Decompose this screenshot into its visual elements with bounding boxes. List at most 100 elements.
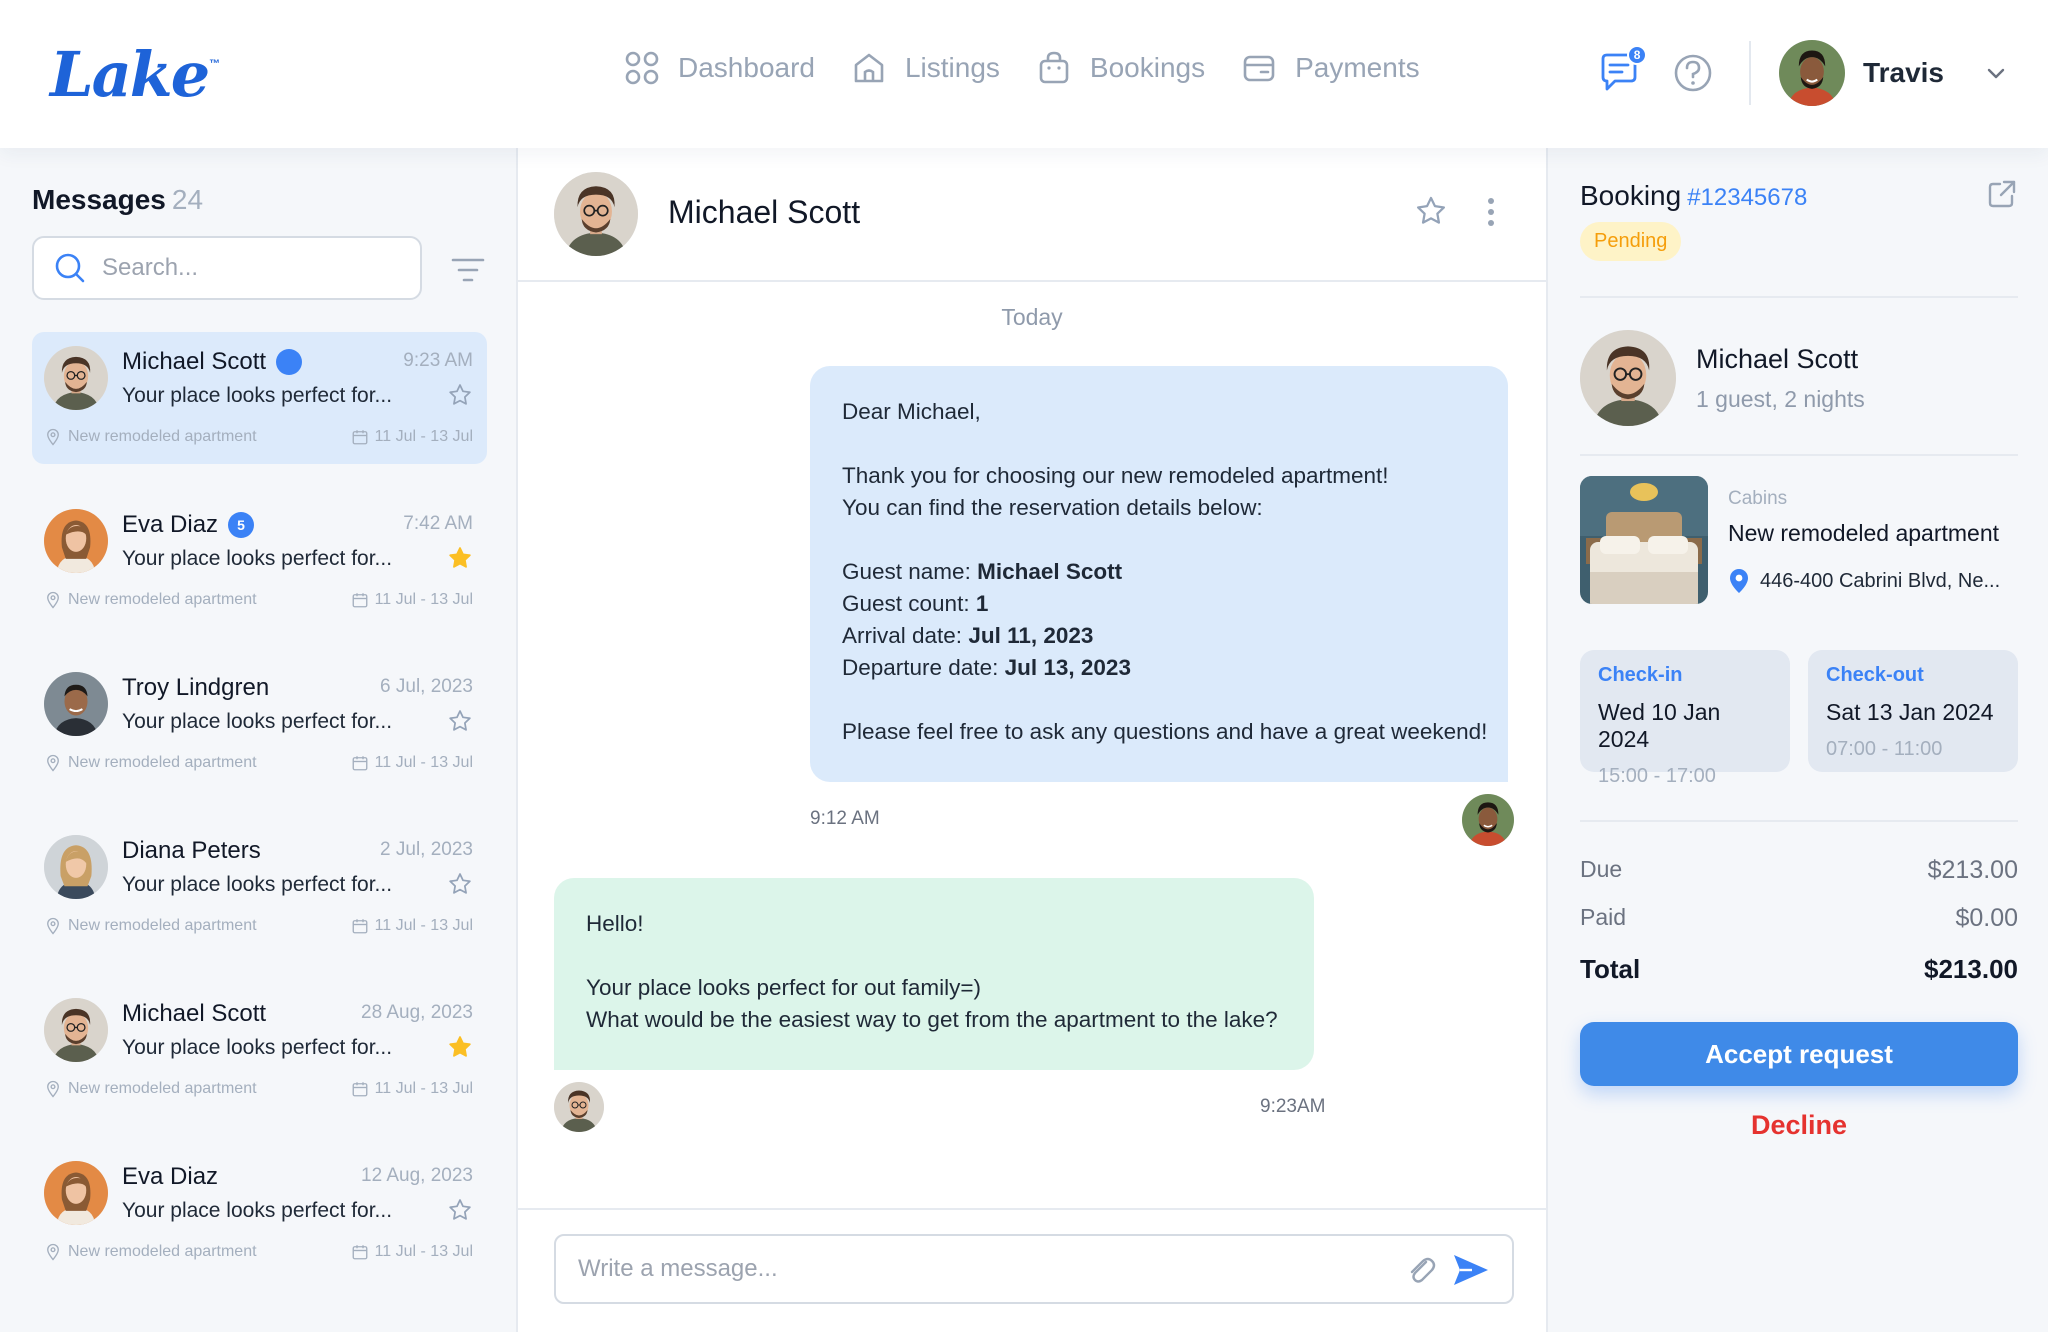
nav-listings[interactable]: Listings [851, 50, 1000, 86]
message-preview: Your place looks perfect for... [122, 1036, 393, 1059]
conversation-item[interactable]: Eva Diaz 5 7:42 AM Your place looks perfe… [32, 495, 487, 627]
stay-dates: 11 Jul - 13 Jul [374, 591, 473, 608]
unread-badge: 5 [228, 512, 255, 538]
guest-avatar [1580, 330, 1676, 426]
notification-badge: 8 [1627, 45, 1648, 65]
star-icon[interactable] [447, 1197, 473, 1223]
chat-panel: Michael Scott Today Dear Michael, Thank … [518, 148, 1546, 1332]
arrival-line: Arrival date: Jul 11, 2023 [842, 620, 1476, 652]
message-preview: Your place looks perfect for... [122, 710, 393, 733]
day-separator: Today [1001, 304, 1063, 330]
search-input[interactable] [102, 254, 382, 282]
chevron-down-icon[interactable] [1984, 61, 2008, 85]
due-row: Due $213.00 [1580, 856, 2018, 885]
conversation-meta: New remodeled apartment 11 Jul - 13 Jul [44, 1080, 473, 1098]
header-divider [1749, 41, 1752, 105]
contact-avatar [44, 672, 108, 736]
user-name[interactable]: Travis [1863, 57, 1944, 89]
accept-request-button[interactable]: Accept request [1580, 1022, 2018, 1086]
listing-address: 446-400 Cabrini Blvd, Ne... [1760, 569, 2001, 592]
listing-name: New remodeled apartment [68, 591, 257, 608]
divider [1580, 820, 2018, 822]
contact-name-row: Eva Diaz 5 [122, 511, 255, 539]
search-icon [55, 253, 85, 283]
lake-logo[interactable]: Lake ™ [50, 38, 220, 111]
message-line: Please feel free to ask any questions an… [842, 719, 1488, 744]
conversation-meta: New remodeled apartment 11 Jul - 13 Jul [44, 428, 473, 446]
guest-name-label: Guest name: [842, 559, 978, 584]
location-pin-icon [44, 1243, 62, 1261]
location-pin-icon [44, 1080, 62, 1098]
total-amount: $213.00 [1924, 954, 2018, 984]
dates-meta: 11 Jul - 13 Jul [351, 1243, 473, 1261]
nav-listings-label: Listings [904, 52, 1000, 83]
booking-id[interactable]: #12345678 [1687, 184, 1807, 211]
conversation-item[interactable]: Eva Diaz 12 Aug, 2023 Your place looks p… [32, 1147, 487, 1279]
paid-amount: $0.00 [1955, 904, 2018, 932]
message-time: 7:42 AM [403, 513, 473, 534]
location-pin-icon [44, 591, 62, 609]
grid-icon [625, 51, 659, 85]
check-out-date: Sat 13 Jan 2024 [1826, 699, 1994, 725]
logo-trademark: ™ [209, 58, 220, 70]
listing-meta: New remodeled apartment [44, 591, 257, 609]
listing-title[interactable]: New remodeled apartment [1728, 520, 1999, 547]
external-link-icon[interactable] [1986, 178, 2018, 210]
star-filled-icon[interactable] [447, 545, 473, 571]
contact-avatar [44, 346, 108, 410]
status-badge: Pending [1580, 222, 1682, 261]
nav-payments[interactable]: Payments [1241, 50, 1420, 86]
location-pin-icon [44, 754, 62, 772]
location-pin-icon [44, 917, 62, 935]
chat-contact-name: Michael Scott [668, 194, 861, 230]
listing-category: Cabins [1728, 488, 1788, 509]
conversation-item[interactable]: Michael Scott 28 Aug, 2023 Your place lo… [32, 984, 487, 1116]
paperclip-icon[interactable] [1404, 1253, 1438, 1287]
guest-name-line: Guest name: Michael Scott [842, 556, 1476, 588]
contact-name: Eva Diaz [122, 511, 219, 538]
calendar-icon [351, 428, 369, 446]
send-icon[interactable] [1452, 1252, 1490, 1288]
listing-thumbnail[interactable] [1580, 476, 1708, 604]
check-in-label: Check-in [1598, 664, 1683, 686]
conversation-item[interactable]: Michael Scott 9:23 AM Your place looks p… [32, 332, 487, 464]
contact-avatar [44, 998, 108, 1062]
message-time: 28 Aug, 2023 [361, 1002, 473, 1023]
star-icon[interactable] [1414, 194, 1448, 228]
filter-icon[interactable] [450, 252, 486, 288]
conversation-item[interactable]: Troy Lindgren 6 Jul, 2023 Your place loo… [32, 658, 487, 790]
check-out-card: Check-out Sat 13 Jan 2024 07:00 - 11:00 [1808, 650, 2018, 772]
stay-dates: 11 Jul - 13 Jul [374, 754, 473, 771]
calendar-icon [351, 754, 369, 772]
departure-value: Jul 13, 2023 [1004, 655, 1131, 680]
total-label: Total [1580, 954, 1641, 984]
conversation-item[interactable]: Diana Peters 2 Jul, 2023 Your place look… [32, 821, 487, 953]
message-composer [554, 1234, 1514, 1304]
calendar-icon [351, 1243, 369, 1261]
star-icon[interactable] [447, 708, 473, 734]
nav-dashboard[interactable]: Dashboard [624, 50, 815, 86]
listing-meta: New remodeled apartment [44, 428, 257, 446]
help-button[interactable] [1671, 51, 1715, 95]
search-box [32, 236, 422, 300]
nav-bookings[interactable]: Bookings [1036, 50, 1205, 86]
booking-panel: Booking #12345678 Pending Michael Scott 1… [1546, 148, 2048, 1332]
message-line: Hello! [586, 911, 644, 936]
message-preview: Your place looks perfect for... [122, 873, 393, 896]
message-time: 9:23 AM [403, 350, 473, 371]
due-amount: $213.00 [1927, 856, 2018, 884]
departure-line: Departure date: Jul 13, 2023 [842, 652, 1476, 684]
chat-contact-avatar[interactable] [554, 172, 638, 256]
star-filled-icon[interactable] [447, 1034, 473, 1060]
decline-button[interactable]: Decline [1580, 1110, 2018, 1141]
guest-name: Michael Scott [1696, 344, 1859, 374]
message-line: Dear Michael, [842, 399, 981, 424]
more-vertical-icon[interactable] [1484, 196, 1498, 228]
listing-name: New remodeled apartment [68, 1243, 257, 1260]
star-icon[interactable] [447, 382, 473, 408]
star-icon[interactable] [447, 871, 473, 897]
user-avatar[interactable] [1779, 40, 1846, 106]
dates-meta: 11 Jul - 13 Jul [351, 1080, 473, 1098]
messages-notification-button[interactable]: 8 [1597, 45, 1648, 95]
message-input[interactable] [578, 1255, 1398, 1283]
